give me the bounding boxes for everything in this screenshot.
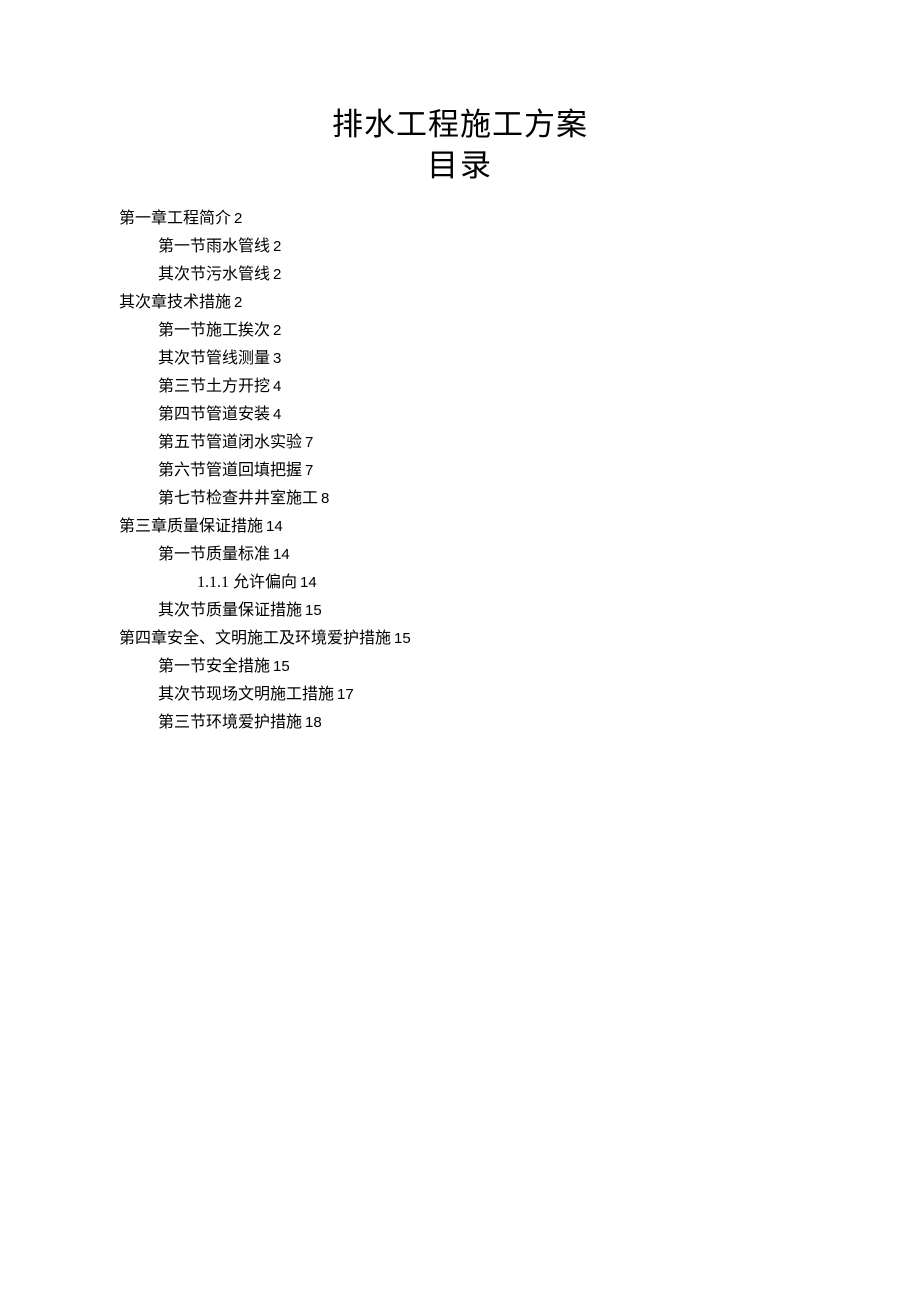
toc-text: 第三节土方开挖 <box>158 378 270 395</box>
toc-text: 第一节雨水管线 <box>158 238 270 255</box>
toc-text: 其次节污水管线 <box>158 266 270 283</box>
toc-entry: 第七节检查井井室施工8 <box>119 485 920 513</box>
toc-text: 第七节检查井井室施工 <box>158 490 318 507</box>
toc-page: 7 <box>305 462 313 479</box>
toc-text: 第一节质量标准 <box>158 546 270 563</box>
toc-entry: 其次节管线测量3 <box>119 345 920 373</box>
toc-text: 其次章技术措施 <box>119 294 231 311</box>
toc-page: 2 <box>234 210 242 227</box>
toc-text: 第四节管道安装 <box>158 406 270 423</box>
toc-text: 第一节施工挨次 <box>158 322 270 339</box>
toc-text: 其次节管线测量 <box>158 350 270 367</box>
toc-page: 4 <box>273 406 281 423</box>
toc-entry: 第一节施工挨次2 <box>119 317 920 345</box>
toc-page: 4 <box>273 378 281 395</box>
toc-page: 17 <box>337 686 354 703</box>
toc-entry: 第四章安全、文明施工及环境爱护措施15 <box>119 625 920 653</box>
toc-text: 1.1.1 允许偏向 <box>197 574 297 591</box>
toc-page: 14 <box>300 574 317 591</box>
toc-entry: 第四节管道安装4 <box>119 401 920 429</box>
toc-page: 15 <box>394 630 411 647</box>
toc-text: 第四章安全、文明施工及环境爱护措施 <box>119 630 391 647</box>
toc-page: 2 <box>273 266 281 283</box>
toc-text: 第一章工程简介 <box>119 210 231 227</box>
toc-entry: 第三节土方开挖4 <box>119 373 920 401</box>
toc-page: 14 <box>273 546 290 563</box>
toc-text: 其次节现场文明施工措施 <box>158 686 334 703</box>
toc-entry: 第三节环境爱护措施18 <box>119 709 920 737</box>
toc-text: 其次节质量保证措施 <box>158 602 302 619</box>
toc-page: 3 <box>273 350 281 367</box>
toc-page: 15 <box>273 658 290 675</box>
toc-page: 14 <box>266 518 283 535</box>
toc-entry: 第一节质量标准14 <box>119 541 920 569</box>
toc-page: 15 <box>305 602 322 619</box>
toc-page: 2 <box>273 238 281 255</box>
toc-page: 7 <box>305 434 313 451</box>
toc-entry: 其次节现场文明施工措施17 <box>119 681 920 709</box>
toc-entry: 第一节雨水管线2 <box>119 233 920 261</box>
toc-page: 2 <box>234 294 242 311</box>
toc-text: 第三节环境爱护措施 <box>158 714 302 731</box>
toc-text: 第三章质量保证措施 <box>119 518 263 535</box>
toc-entry: 1.1.1 允许偏向14 <box>119 569 920 597</box>
toc-entry: 其次章技术措施2 <box>119 289 920 317</box>
toc-text: 第六节管道回填把握 <box>158 462 302 479</box>
title-block: 排水工程施工方案 目录 <box>0 105 920 187</box>
table-of-contents: 第一章工程简介2 第一节雨水管线2 其次节污水管线2 其次章技术措施2 第一节施… <box>0 205 920 737</box>
toc-text: 第五节管道闭水实验 <box>158 434 302 451</box>
toc-heading: 目录 <box>0 145 920 187</box>
toc-page: 18 <box>305 714 322 731</box>
toc-entry: 其次节质量保证措施15 <box>119 597 920 625</box>
toc-entry: 第一节安全措施15 <box>119 653 920 681</box>
toc-entry: 其次节污水管线2 <box>119 261 920 289</box>
toc-entry: 第六节管道回填把握7 <box>119 457 920 485</box>
toc-entry: 第一章工程简介2 <box>119 205 920 233</box>
toc-entry: 第五节管道闭水实验7 <box>119 429 920 457</box>
toc-page: 8 <box>321 490 329 507</box>
toc-page: 2 <box>273 322 281 339</box>
toc-entry: 第三章质量保证措施14 <box>119 513 920 541</box>
toc-text: 第一节安全措施 <box>158 658 270 675</box>
document-title: 排水工程施工方案 <box>0 105 920 145</box>
